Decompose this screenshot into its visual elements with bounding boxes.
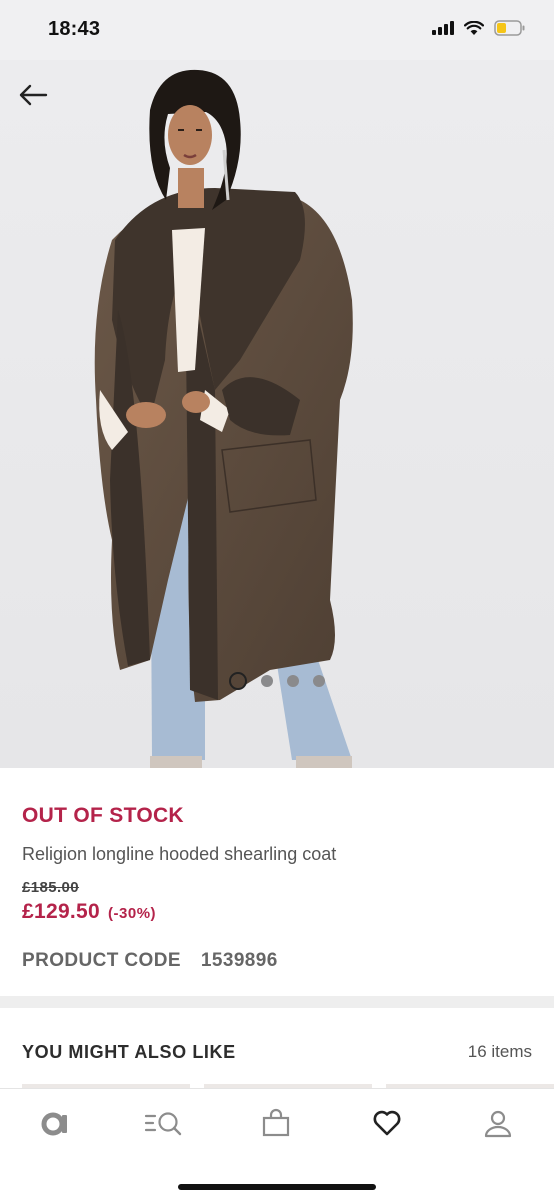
- original-price: £185.00: [22, 879, 80, 896]
- product-code-label: PRODUCT CODE: [22, 950, 181, 971]
- tab-home[interactable]: [25, 1103, 85, 1143]
- recommendations-title: YOU MIGHT ALSO LIKE: [22, 1042, 236, 1062]
- product-image-gallery[interactable]: [0, 60, 554, 768]
- heart-icon: [373, 1110, 401, 1136]
- gallery-dot-active[interactable]: [229, 672, 247, 690]
- sale-price: £129.50: [22, 900, 101, 923]
- gallery-dot[interactable]: [287, 675, 299, 687]
- product-name: Religion longline hooded shearling coat: [22, 844, 337, 864]
- battery-low-icon: [494, 20, 526, 36]
- asos-logo-icon: [41, 1112, 67, 1136]
- gallery-dot[interactable]: [313, 675, 325, 687]
- status-icons: [432, 20, 526, 36]
- recommendations-section: YOU MIGHT ALSO LIKE 16 items: [0, 1008, 554, 1088]
- product-code-row: PRODUCT CODE 1539896: [22, 950, 278, 972]
- wifi-icon: [464, 20, 484, 36]
- tab-saved[interactable]: [357, 1103, 417, 1143]
- account-icon: [484, 1110, 512, 1138]
- discount-badge: (-30%): [108, 905, 157, 922]
- tab-account[interactable]: [468, 1103, 528, 1143]
- arrow-left-icon: [19, 84, 48, 106]
- status-bar: 18:43: [0, 0, 554, 60]
- section-divider: [0, 996, 554, 1008]
- signal-bars-icon: [432, 21, 454, 35]
- price-row: £129.50 (-30%): [22, 900, 156, 924]
- recommendations-count[interactable]: 16 items: [468, 1042, 532, 1062]
- product-code-value: 1539896: [200, 950, 278, 971]
- gallery-pagination: [0, 672, 554, 690]
- product-info: OUT OF STOCK Religion longline hooded sh…: [0, 768, 554, 996]
- tab-bag[interactable]: [246, 1103, 306, 1143]
- search-menu-icon: [144, 1112, 182, 1136]
- tab-search[interactable]: [133, 1103, 193, 1143]
- home-indicator: [178, 1184, 376, 1190]
- product-image: [0, 60, 554, 768]
- stock-status: OUT OF STOCK: [22, 804, 184, 827]
- back-button[interactable]: [16, 80, 50, 110]
- status-time: 18:43: [48, 18, 101, 40]
- gallery-dot[interactable]: [261, 675, 273, 687]
- bag-icon: [262, 1108, 290, 1137]
